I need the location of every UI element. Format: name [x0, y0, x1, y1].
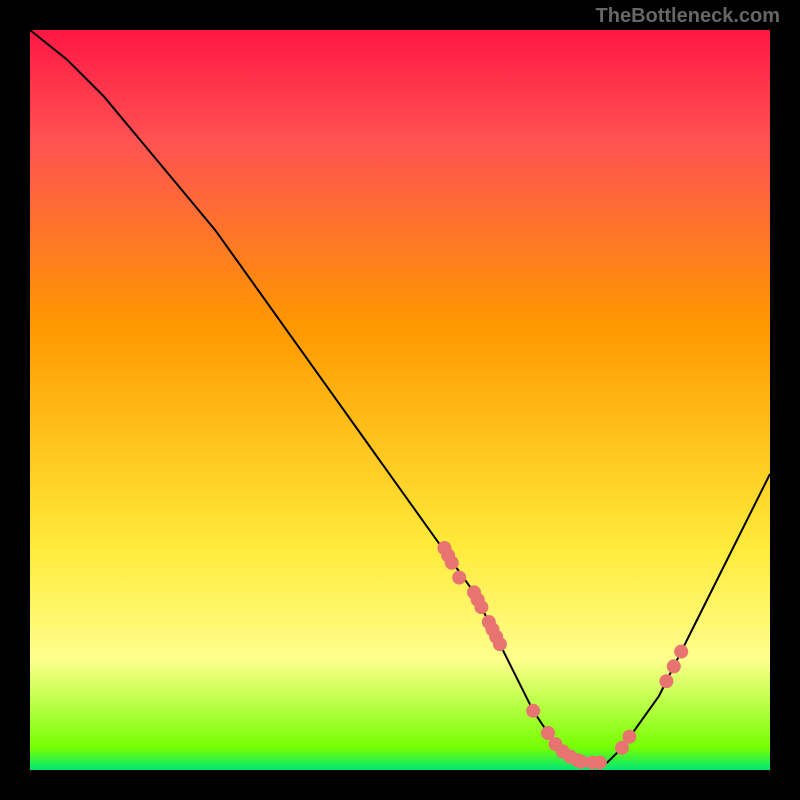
- scatter-dot: [667, 659, 681, 673]
- watermark-text: TheBottleneck.com: [596, 5, 780, 28]
- chart-plot-area: [30, 30, 770, 770]
- bottleneck-curve: [30, 30, 770, 763]
- scatter-dot: [445, 556, 459, 570]
- scatter-dot: [526, 704, 540, 718]
- scatter-dot: [674, 645, 688, 659]
- scatter-dot: [593, 756, 607, 770]
- scatter-dot: [659, 674, 673, 688]
- scatter-dot: [493, 637, 507, 651]
- chart-svg: [30, 30, 770, 770]
- scatter-points-group: [437, 541, 688, 770]
- scatter-dot: [622, 730, 636, 744]
- scatter-dot: [452, 571, 466, 585]
- scatter-dot: [474, 600, 488, 614]
